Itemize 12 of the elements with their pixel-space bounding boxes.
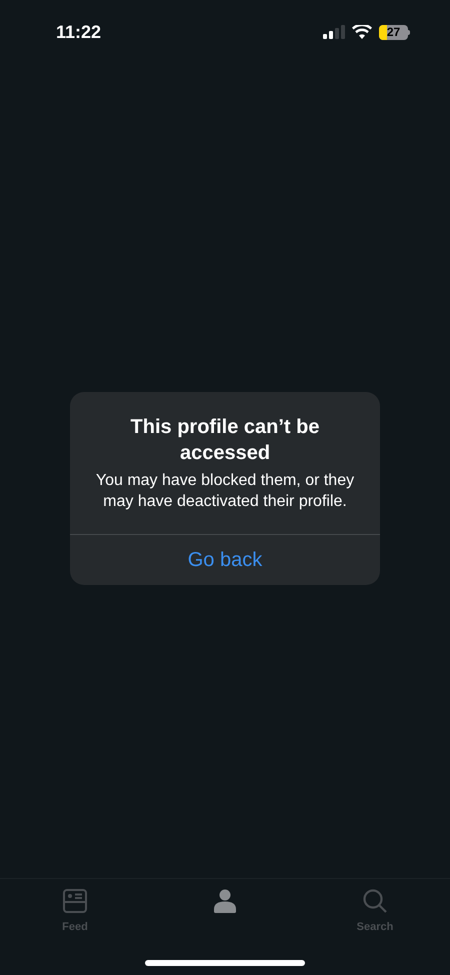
search-icon [363,889,387,913]
status-time: 11:22 [56,20,102,44]
alert-message: You may have blocked them, or they may have deactivated their profile. [94,470,356,512]
tab-bar-item[interactable]: Search [338,889,412,945]
card-icon [63,889,87,913]
go-back-button[interactable]: Go back [70,534,380,584]
person-icon [214,889,236,913]
alert-title: This profile can’t be accessed [130,414,320,466]
signal-icon [323,25,345,39]
wifi-icon [352,25,372,39]
battery-percent: 27 [386,26,400,38]
tab-bar-item[interactable]: Feed [38,889,112,945]
